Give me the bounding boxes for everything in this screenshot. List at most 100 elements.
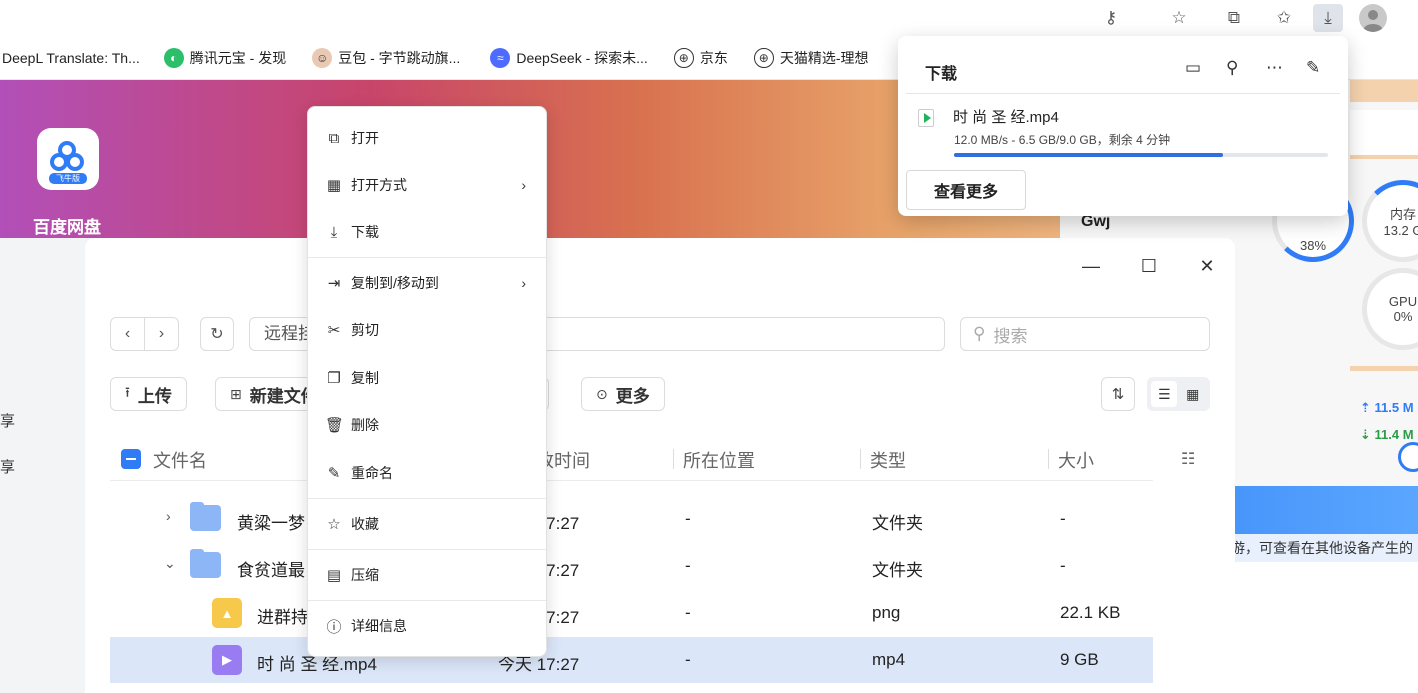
memory-label: 内存 [1389, 207, 1416, 222]
file-panel: ‹ › ↻ 远程挂载 ⚲ 搜索 ⭱ 上传 ⊞ 新建文件夹 删除 ⊙ 更多 [85, 293, 1235, 693]
more-options-icon[interactable]: ⋯ [1266, 58, 1283, 78]
bookmark-label: DeepSeek - 探索未... [516, 49, 648, 66]
bookmark-tmall[interactable]: ⊕ 天猫精选-理想 [753, 47, 869, 68]
yuanbao-icon: ◐ [163, 47, 184, 68]
menu-cut[interactable]: ✂ 剪切 [308, 310, 546, 350]
row-name: 食贫道最 [237, 561, 305, 580]
header-size[interactable]: 大小 [1058, 447, 1094, 473]
menu-label: 压缩 [351, 567, 379, 583]
bookmark-yuanbao[interactable]: ◐ 腾讯元宝 - 发现 [163, 47, 286, 68]
close-icon[interactable]: ✕ [1195, 256, 1219, 277]
row-size: 22.1 KB [1060, 603, 1121, 622]
menu-favorite[interactable]: ☆ 收藏 [308, 504, 546, 544]
upload-label: 上传 [137, 386, 172, 406]
menu-label: 打开 [351, 130, 379, 146]
table-row[interactable]: ▶ 时 尚 圣 经.mp4 今天 17:27 - mp4 9 GB [110, 637, 1153, 683]
menu-label: 详细信息 [351, 618, 407, 634]
floating-assistant-button[interactable] [1398, 442, 1418, 472]
search-placeholder: 搜索 [993, 326, 1028, 346]
downloads-icon[interactable]: ⤓ [1313, 4, 1343, 32]
widget-strip [1350, 366, 1418, 371]
back-icon[interactable]: ‹ [111, 318, 144, 350]
left-sidebar: 享 享 [0, 238, 85, 693]
browser-toolbar: ⚷ ☆ ⧉ ✩ ⤓ [0, 0, 1418, 36]
forward-icon[interactable]: › [144, 318, 178, 350]
upload-speed-value: 11.5 M [1374, 400, 1414, 415]
bookmark-deepseek[interactable]: ≈ DeepSeek - 探索未... [490, 47, 648, 68]
zip-icon: ▤ [326, 567, 342, 584]
chevron-right-icon: › [521, 177, 526, 193]
search-input[interactable]: ⚲ 搜索 [960, 317, 1210, 351]
row-location: - [685, 650, 691, 669]
sidebar-item[interactable]: 享 [0, 456, 15, 477]
header-type[interactable]: 类型 [870, 447, 906, 473]
menu-compress[interactable]: ▤ 压缩 [308, 555, 546, 595]
folder-icon [190, 502, 221, 531]
select-all-checkbox[interactable] [121, 449, 141, 469]
menu-copy[interactable]: ❐ 复制 [308, 358, 546, 398]
downloads-flyout: 下载 ▭ ⚲ ⋯ ✎ 时 尚 圣 经.mp4 12.0 MB/s - 6.5 G… [898, 36, 1348, 216]
menu-details[interactable]: ⓘ 详细信息 [308, 606, 546, 646]
menu-move-to[interactable]: ⇥ 复制到/移动到 › [308, 263, 546, 303]
file-manager-window: — ☐ ✕ ‹ › ↻ 远程挂载 ⚲ 搜索 ⭱ 上传 ⊞ 新建文件夹 删除 [85, 238, 1235, 693]
favorite-star-icon[interactable]: ☆ [1164, 4, 1194, 32]
list-view-icon[interactable]: ☰ [1151, 381, 1178, 407]
menu-label: 复制到/移动到 [351, 275, 439, 291]
table-row[interactable]: ⌄ 食贫道最 今天 17:27 - 文件夹 - [110, 543, 1153, 589]
header-name[interactable]: 文件名 [153, 447, 207, 473]
table-header: 文件名 修改时间 所在位置 类型 大小 [110, 435, 1153, 481]
menu-download[interactable]: ⤓ 下载 [308, 212, 546, 252]
download-icon: ⤓ [330, 223, 338, 241]
see-more-button[interactable]: 查看更多 [906, 170, 1026, 210]
menu-label: 删除 [351, 417, 379, 433]
bookmark-deepl[interactable]: DeepL Translate: Th... [2, 50, 140, 66]
arrow-up-icon: ⇡ [1360, 400, 1371, 415]
scissors-icon: ✂ [327, 322, 341, 339]
app-logo[interactable]: 飞牛版 [37, 128, 99, 190]
key-icon[interactable]: ⚷ [1096, 4, 1126, 32]
menu-label: 下载 [351, 224, 379, 240]
upload-speed: ⇡ 11.5 M [1360, 400, 1414, 416]
refresh-icon[interactable]: ↻ [200, 317, 234, 351]
view-switcher: ☰ ▦ [1147, 377, 1210, 411]
upload-icon: ⭱ [125, 384, 130, 400]
bookmark-doubao[interactable]: ☺ 豆包 - 字节跳动旗... [312, 47, 460, 68]
menu-rename[interactable]: ✎ 重命名 [308, 453, 546, 493]
grid-view-icon[interactable]: ▦ [1180, 381, 1206, 407]
search-icon: ⚲ [973, 324, 986, 343]
row-type: png [872, 603, 901, 622]
menu-open[interactable]: ⧉ 打开 [308, 118, 546, 158]
download-file-name[interactable]: 时 尚 圣 经.mp4 [953, 106, 1059, 127]
expand-icon[interactable]: › [166, 508, 171, 524]
download-status: 12.0 MB/s - 6.5 GB/9.0 GB，剩余 4 分钟 [954, 133, 1171, 147]
table-row[interactable]: › 黄粱一梦 今天 17:27 - 文件夹 - [110, 496, 1153, 542]
profile-avatar[interactable] [1359, 4, 1387, 32]
search-icon[interactable]: ⚲ [1226, 58, 1238, 78]
grid-icon: ▦ [326, 177, 342, 194]
column-settings-icon[interactable]: ☷ [1181, 449, 1195, 469]
menu-delete[interactable]: 🗑 删除 [308, 405, 546, 445]
menu-label: 收藏 [351, 516, 379, 532]
table-row[interactable]: ▲ 进群持 今天 17:27 - png 22.1 KB [110, 590, 1153, 636]
baidu-cloud-icon [50, 141, 86, 173]
more-button[interactable]: ⊙ 更多 [581, 377, 665, 411]
open-folder-icon[interactable]: ▭ [1185, 58, 1201, 78]
pin-icon[interactable]: ✎ [1306, 58, 1320, 78]
folder-icon [190, 549, 221, 578]
menu-label: 重命名 [351, 465, 393, 481]
maximize-icon[interactable]: ☐ [1137, 256, 1161, 277]
bookmark-jd[interactable]: ⊕ 京东 [673, 47, 728, 68]
image-file-icon: ▲ [212, 598, 242, 628]
upload-button[interactable]: ⭱ 上传 [110, 377, 187, 411]
row-size: 9 GB [1060, 650, 1099, 669]
collapse-icon[interactable]: ⌄ [164, 555, 176, 572]
favorites-icon[interactable]: ✩ [1269, 4, 1299, 32]
minimize-icon[interactable]: — [1079, 256, 1103, 277]
extensions-icon[interactable]: ⧉ [1219, 4, 1249, 32]
history-nav: ‹ › [110, 317, 179, 351]
menu-open-with[interactable]: ▦ 打开方式 › [308, 165, 546, 205]
sort-icon[interactable]: ⇅ [1101, 377, 1135, 411]
globe-icon: ⊕ [753, 47, 774, 68]
header-location[interactable]: 所在位置 [683, 447, 755, 473]
sidebar-item[interactable]: 享 [0, 410, 15, 431]
